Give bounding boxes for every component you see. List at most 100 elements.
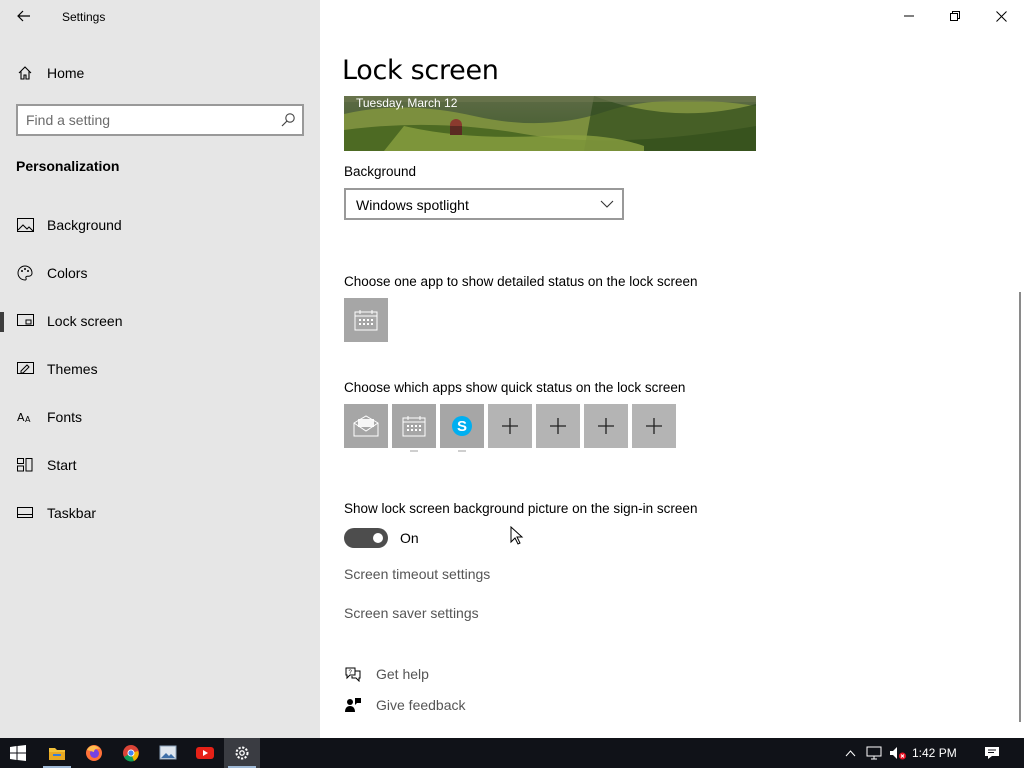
- plus-icon: [598, 418, 614, 434]
- section-title: Personalization: [16, 158, 120, 174]
- fonts-icon: AA: [16, 408, 34, 426]
- taskbar-clock[interactable]: 1:42 PM: [912, 746, 957, 760]
- quick-status-app-skype[interactable]: S: [440, 404, 484, 452]
- help-chat-icon: ?: [344, 665, 362, 683]
- quick-status-app-mail[interactable]: [344, 404, 388, 448]
- back-button[interactable]: [10, 4, 38, 28]
- nav-themes[interactable]: Themes: [0, 349, 320, 389]
- windows-start-icon: [10, 745, 26, 761]
- quick-status-label: Choose which apps show quick status on t…: [344, 380, 686, 395]
- selection-indicator: [0, 312, 4, 332]
- taskbar-icon: [16, 504, 34, 522]
- minimize-button[interactable]: [886, 0, 932, 32]
- svg-text:S: S: [457, 418, 467, 435]
- signin-background-label: Show lock screen background picture on t…: [344, 501, 698, 516]
- network-button[interactable]: [864, 738, 884, 768]
- quick-status-add-button[interactable]: [584, 404, 628, 448]
- taskbar-chrome[interactable]: [113, 738, 149, 768]
- action-center-button[interactable]: [978, 738, 1006, 768]
- volume-muted-icon: [890, 747, 906, 760]
- nav-taskbar[interactable]: Taskbar: [0, 493, 320, 533]
- scrollbar[interactable]: [1019, 292, 1021, 722]
- screen-timeout-link[interactable]: Screen timeout settings: [344, 566, 490, 582]
- nav-fonts[interactable]: AA Fonts: [0, 397, 320, 437]
- close-icon: [995, 10, 1007, 22]
- nav-background[interactable]: Background: [0, 205, 320, 245]
- nav-fonts-label: Fonts: [47, 409, 83, 425]
- svg-text:A: A: [25, 415, 31, 424]
- home-icon: [16, 64, 34, 82]
- tile-indicator: [458, 450, 466, 452]
- settings-icon: [235, 746, 249, 760]
- nav-colors[interactable]: Colors: [0, 253, 320, 293]
- feedback-icon: [344, 696, 362, 714]
- picture-icon: [16, 216, 34, 234]
- nav-start[interactable]: Start: [0, 445, 320, 485]
- toggle-knob: [373, 533, 383, 543]
- mail-icon: [353, 415, 379, 437]
- nav-taskbar-label: Taskbar: [47, 505, 97, 521]
- taskbar: 1:42 PM: [0, 738, 1024, 768]
- app-title: Settings: [62, 10, 106, 24]
- tile-indicator: [410, 450, 418, 452]
- svg-text:A: A: [17, 411, 25, 424]
- chevron-up-icon: [845, 749, 855, 756]
- quick-status-app-calendar[interactable]: [392, 404, 436, 452]
- nav-home[interactable]: Home: [0, 53, 320, 93]
- nav-start-label: Start: [47, 457, 77, 473]
- detailed-status-app-button[interactable]: [344, 298, 388, 342]
- get-help-label: Get help: [376, 666, 429, 682]
- chrome-icon: [123, 745, 139, 762]
- background-dropdown-value: Windows spotlight: [356, 197, 469, 213]
- calendar-icon: [354, 310, 378, 331]
- chevron-down-icon: [600, 200, 614, 208]
- lock-screen-preview: Tuesday, March 12: [344, 96, 756, 151]
- give-feedback-label: Give feedback: [376, 697, 466, 713]
- quick-status-add-button[interactable]: [536, 404, 580, 448]
- plus-icon: [550, 418, 566, 434]
- search-input[interactable]: [26, 111, 266, 129]
- background-label: Background: [344, 164, 417, 179]
- taskbar-file-explorer[interactable]: [39, 738, 75, 768]
- show-hidden-icons-button[interactable]: [842, 738, 858, 768]
- file-explorer-icon: [49, 748, 65, 760]
- nav-background-label: Background: [47, 217, 122, 233]
- skype-icon: S: [452, 416, 472, 436]
- close-button[interactable]: [978, 0, 1024, 32]
- themes-icon: [16, 360, 34, 378]
- settings-sidebar: Settings Home Personalization Background…: [0, 0, 320, 738]
- taskbar-firefox[interactable]: [76, 738, 112, 768]
- page-title: Lock screen: [342, 55, 499, 86]
- mouse-cursor-icon: [510, 526, 524, 545]
- calendar-icon: [402, 416, 426, 437]
- network-icon: [866, 746, 882, 760]
- search-icon[interactable]: [280, 112, 296, 128]
- detailed-status-label: Choose one app to show detailed status o…: [344, 274, 698, 289]
- firefox-icon: [86, 745, 102, 761]
- nav-lock-screen-label: Lock screen: [47, 313, 123, 329]
- plus-icon: [502, 418, 518, 434]
- taskbar-settings[interactable]: [224, 738, 260, 768]
- taskbar-youtube[interactable]: [187, 738, 223, 768]
- action-center-icon: [985, 747, 999, 759]
- nav-home-label: Home: [47, 65, 85, 81]
- start-icon: [16, 456, 34, 474]
- photos-icon: [159, 745, 177, 760]
- nav-colors-label: Colors: [47, 265, 88, 281]
- back-arrow-icon: [17, 10, 30, 22]
- taskbar-photos[interactable]: [150, 738, 186, 768]
- restore-button[interactable]: [932, 0, 978, 32]
- quick-status-add-button[interactable]: [632, 404, 676, 448]
- quick-status-add-button[interactable]: [488, 404, 532, 448]
- preview-date: Tuesday, March 12: [356, 96, 458, 110]
- minimize-icon: [904, 15, 914, 17]
- nav-lock-screen[interactable]: Lock screen: [0, 301, 320, 341]
- volume-button[interactable]: [888, 738, 908, 768]
- search-box[interactable]: [16, 104, 304, 136]
- lock-screen-icon: [16, 312, 34, 330]
- screen-saver-link[interactable]: Screen saver settings: [344, 605, 479, 621]
- restore-icon: [950, 11, 960, 21]
- start-button[interactable]: [0, 738, 36, 768]
- background-dropdown[interactable]: Windows spotlight: [344, 188, 624, 220]
- signin-background-toggle[interactable]: [344, 528, 388, 548]
